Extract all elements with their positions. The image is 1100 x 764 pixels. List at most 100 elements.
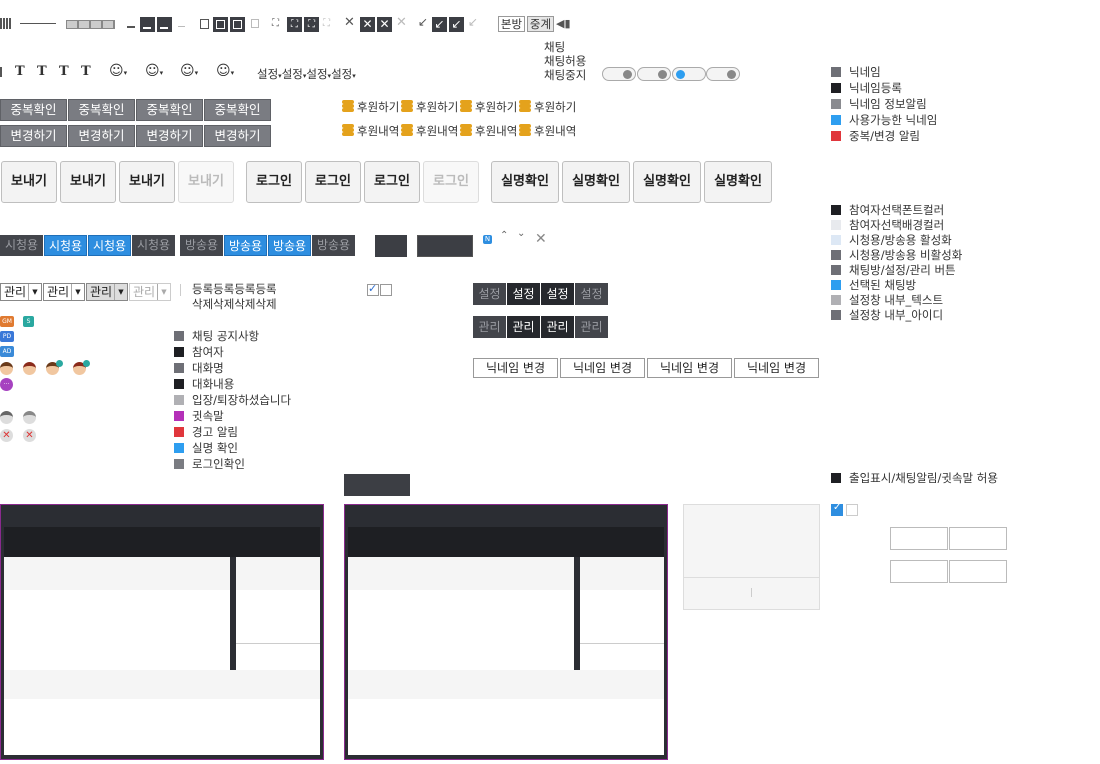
close-dim-icon[interactable]: ✕ bbox=[396, 15, 407, 30]
shrink-button-icon[interactable]: ↙ bbox=[432, 17, 447, 32]
donate-link[interactable]: 후원하기 bbox=[416, 99, 458, 115]
toggle-off-3[interactable] bbox=[706, 67, 740, 81]
settings-box-active[interactable]: 설정 bbox=[507, 283, 540, 305]
shrink-button-hover-icon[interactable]: ↙ bbox=[449, 17, 464, 32]
manage-select[interactable]: 관리 ▼ bbox=[43, 283, 85, 301]
verify-button[interactable]: 실명확인 bbox=[562, 161, 630, 203]
shrink-icon[interactable]: ↙ bbox=[418, 15, 428, 29]
emoji-button-1-icon[interactable]: ☺▾ bbox=[109, 63, 127, 79]
donate-link[interactable]: 후원하기 bbox=[534, 99, 576, 115]
login-button[interactable]: 로그인 bbox=[305, 161, 361, 203]
settings-box-active[interactable]: 설정 bbox=[541, 283, 574, 305]
tab-broadcast-active[interactable]: 방송용 bbox=[224, 235, 267, 256]
fullscreen-dim-icon[interactable]: ⛶ bbox=[323, 18, 330, 29]
dark-input[interactable] bbox=[417, 235, 473, 257]
settings-box[interactable]: 설정 bbox=[575, 283, 608, 305]
tab-relay[interactable]: 중계 bbox=[527, 16, 554, 32]
settings-menu-item[interactable]: 설정 bbox=[306, 67, 327, 81]
color-input[interactable] bbox=[949, 527, 1007, 550]
color-input[interactable] bbox=[890, 560, 948, 583]
checkbox-unchecked[interactable] bbox=[380, 284, 392, 296]
restore-button-hover-icon[interactable] bbox=[230, 17, 245, 32]
login-button-disabled[interactable]: 로그인 bbox=[423, 161, 479, 203]
fullscreen-icon[interactable]: ⛶ bbox=[272, 18, 279, 29]
restore-icon[interactable] bbox=[200, 19, 209, 29]
minimize-button-hover-icon[interactable] bbox=[157, 17, 172, 32]
tab-viewer-active[interactable]: 시청용 bbox=[88, 235, 131, 256]
font-button-3[interactable]: T bbox=[59, 64, 69, 79]
tab-broadcast[interactable]: 방송용 bbox=[180, 235, 223, 256]
nickname-change-button[interactable]: 닉네임 변경 bbox=[473, 358, 558, 378]
register-text[interactable]: 등록등록등록등록 bbox=[192, 281, 277, 297]
font-button-2[interactable]: T bbox=[37, 64, 47, 79]
entry-checkbox[interactable] bbox=[846, 504, 858, 516]
tabs-strip-icon[interactable] bbox=[66, 20, 115, 29]
close-icon[interactable]: ✕ bbox=[344, 15, 355, 30]
vertical-lines-icon[interactable] bbox=[0, 18, 11, 29]
fullscreen-button-icon[interactable]: ⛶ bbox=[287, 17, 302, 32]
toggle-off-2[interactable] bbox=[637, 67, 671, 81]
shrink-dim-icon[interactable]: ↙ bbox=[468, 15, 478, 29]
font-button-1[interactable]: T bbox=[15, 64, 25, 79]
change-button[interactable]: 변경하기 bbox=[0, 125, 67, 147]
manage-box[interactable]: 관리 bbox=[473, 316, 506, 338]
tab-broadcast[interactable]: 방송용 bbox=[312, 235, 355, 256]
change-button[interactable]: 변경하기 bbox=[68, 125, 135, 147]
manage-box-active[interactable]: 관리 bbox=[541, 316, 574, 338]
duplicate-check-button[interactable]: 중복확인 bbox=[204, 99, 271, 121]
window-input[interactable] bbox=[348, 699, 664, 755]
tab-viewer-active[interactable]: 시청용 bbox=[44, 235, 87, 256]
donate-history-link[interactable]: 후원내역 bbox=[357, 123, 399, 139]
entry-checkbox-checked[interactable]: ✓ bbox=[831, 502, 843, 516]
minimize-icon[interactable] bbox=[127, 26, 135, 28]
change-button[interactable]: 변경하기 bbox=[204, 125, 271, 147]
tab-viewer[interactable]: 시청용 bbox=[132, 235, 175, 256]
send-button[interactable]: 보내기 bbox=[1, 161, 57, 203]
tab-main[interactable]: 본방 bbox=[498, 16, 525, 32]
font-button-4[interactable]: T bbox=[81, 64, 91, 79]
donate-history-link[interactable]: 후원내역 bbox=[534, 123, 576, 139]
settings-box[interactable]: 설정 bbox=[473, 283, 506, 305]
minimize-button-icon[interactable] bbox=[140, 17, 155, 32]
close-icon[interactable]: ✕ bbox=[535, 231, 547, 247]
send-button[interactable]: 보내기 bbox=[119, 161, 175, 203]
verify-button[interactable]: 실명확인 bbox=[491, 161, 559, 203]
chevron-up-icon[interactable]: ⌃ bbox=[500, 230, 508, 241]
duplicate-check-button[interactable]: 중복확인 bbox=[0, 99, 67, 121]
duplicate-check-button[interactable]: 중복확인 bbox=[136, 99, 203, 121]
send-button[interactable]: 보내기 bbox=[60, 161, 116, 203]
toggle-on[interactable] bbox=[672, 67, 706, 81]
speaker-icon[interactable]: ◀▮ bbox=[556, 17, 571, 30]
chevron-down-icon[interactable]: ⌄ bbox=[517, 228, 525, 239]
tab-viewer[interactable]: 시청용 bbox=[0, 235, 43, 256]
emoji-button-2-icon[interactable]: ☺▾ bbox=[145, 63, 163, 79]
verify-button[interactable]: 실명확인 bbox=[704, 161, 772, 203]
settings-menu-item[interactable]: 설정 bbox=[331, 67, 352, 81]
horizontal-line-icon[interactable] bbox=[20, 23, 56, 24]
fullscreen-button-hover-icon[interactable]: ⛶ bbox=[304, 17, 319, 32]
manage-select[interactable]: 관리 ▼ bbox=[0, 283, 42, 301]
settings-menu-item[interactable]: 설정 bbox=[257, 67, 278, 81]
close-button-icon[interactable]: ✕ bbox=[360, 17, 375, 32]
delete-text[interactable]: 삭제삭제삭제삭제 bbox=[192, 296, 277, 312]
nickname-change-button[interactable]: 닉네임 변경 bbox=[560, 358, 645, 378]
login-button[interactable]: 로그인 bbox=[364, 161, 420, 203]
donate-history-link[interactable]: 후원내역 bbox=[416, 123, 458, 139]
verify-button[interactable]: 실명확인 bbox=[633, 161, 701, 203]
close-button-hover-icon[interactable]: ✕ bbox=[377, 17, 392, 32]
color-input[interactable] bbox=[949, 560, 1007, 583]
donate-history-link[interactable]: 후원내역 bbox=[475, 123, 517, 139]
manage-select-pressed[interactable]: 관리 ▼ bbox=[86, 283, 128, 301]
manage-box[interactable]: 관리 bbox=[575, 316, 608, 338]
login-button[interactable]: 로그인 bbox=[246, 161, 302, 203]
color-input[interactable] bbox=[890, 527, 948, 550]
duplicate-check-button[interactable]: 중복확인 bbox=[68, 99, 135, 121]
nickname-change-button[interactable]: 닉네임 변경 bbox=[734, 358, 819, 378]
manage-box-active[interactable]: 관리 bbox=[507, 316, 540, 338]
nickname-change-button[interactable]: 닉네임 변경 bbox=[647, 358, 732, 378]
restore-dim-icon[interactable] bbox=[251, 19, 259, 28]
restore-button-icon[interactable] bbox=[213, 17, 228, 32]
toggle-off-1[interactable] bbox=[602, 67, 636, 81]
emoji-button-3-icon[interactable]: ☺▾ bbox=[180, 63, 198, 79]
tab-broadcast-active[interactable]: 방송용 bbox=[268, 235, 311, 256]
